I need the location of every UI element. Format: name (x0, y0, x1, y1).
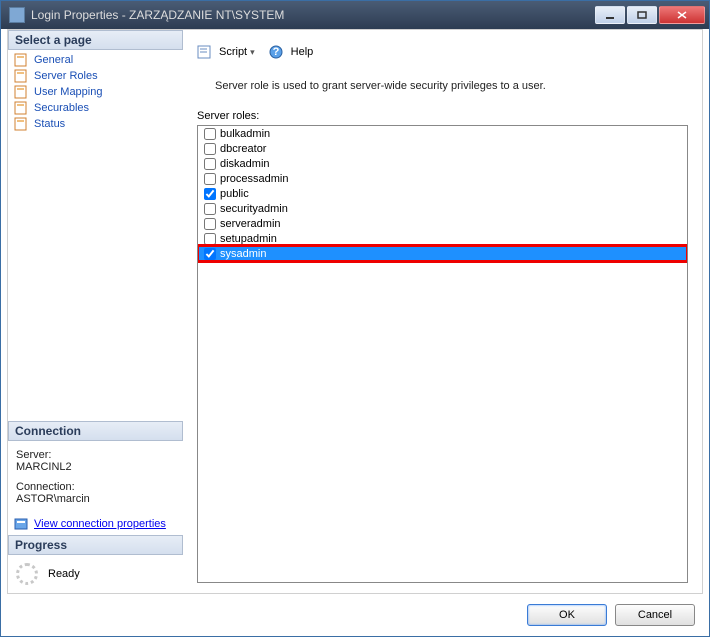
connection-header: Connection (8, 421, 183, 441)
sidebar-page-label: User Mapping (34, 86, 102, 98)
sidebar-spacer (8, 134, 183, 421)
content-area: Select a page General Server Roles User Ma… (7, 29, 703, 594)
page-list: General Server Roles User Mapping Securable… (8, 50, 183, 134)
server-role-label: dbcreator (220, 143, 266, 155)
server-role-checkbox[interactable] (204, 188, 216, 200)
window-icon (9, 7, 25, 23)
server-label: Server: (16, 449, 175, 461)
sidebar-page-item[interactable]: User Mapping (12, 84, 179, 100)
page-icon (14, 85, 30, 99)
ok-button[interactable]: OK (527, 604, 607, 626)
window-buttons (595, 6, 705, 24)
server-role-label: diskadmin (220, 158, 270, 170)
sidebar-page-item[interactable]: General (12, 52, 179, 68)
sidebar-page-item[interactable]: Securables (12, 100, 179, 116)
server-role-label: bulkadmin (220, 128, 270, 140)
server-role-item[interactable]: securityadmin (198, 201, 687, 216)
connection-label: Connection: (16, 481, 175, 493)
server-role-item[interactable]: diskadmin (198, 156, 687, 171)
server-role-checkbox[interactable] (204, 128, 216, 140)
server-roles-list[interactable]: bulkadmin dbcreator diskadmin processadmin p… (197, 125, 688, 583)
server-role-checkbox[interactable] (204, 203, 216, 215)
script-dropdown[interactable]: Script (219, 46, 255, 58)
server-role-label: setupadmin (220, 233, 277, 245)
dialog-window: Login Properties - ZARZĄDZANIE NT\SYSTEM… (0, 0, 710, 637)
progress-spinner-icon (16, 563, 38, 585)
page-icon (14, 101, 30, 115)
server-role-item[interactable]: bulkadmin (198, 126, 687, 141)
help-icon: ? (269, 45, 285, 59)
view-connection-properties-link[interactable]: View connection properties (34, 518, 166, 530)
server-role-checkbox[interactable] (204, 143, 216, 155)
help-button[interactable]: Help (291, 46, 314, 58)
page-icon (14, 53, 30, 67)
sidebar-page-label: General (34, 54, 73, 66)
server-role-checkbox[interactable] (204, 173, 216, 185)
sidebar-page-item[interactable]: Server Roles (12, 68, 179, 84)
server-role-label: serveradmin (220, 218, 281, 230)
sidebar-page-item[interactable]: Status (12, 116, 179, 132)
maximize-button[interactable] (627, 6, 657, 24)
server-value: MARCINL2 (16, 461, 175, 473)
sidebar: Select a page General Server Roles User Ma… (8, 30, 183, 593)
server-role-label: securityadmin (220, 203, 288, 215)
link-icon (14, 517, 30, 531)
sidebar-page-label: Securables (34, 102, 89, 114)
sidebar-page-label: Status (34, 118, 65, 130)
progress-status: Ready (48, 568, 80, 580)
close-button[interactable] (659, 6, 705, 24)
connection-link-row: View connection properties (8, 513, 183, 535)
main-panel: Script ? Help Server role is used to gra… (183, 30, 702, 593)
titlebar[interactable]: Login Properties - ZARZĄDZANIE NT\SYSTEM (1, 1, 709, 29)
page-icon (14, 69, 30, 83)
cancel-button[interactable]: Cancel (615, 604, 695, 626)
toolbar: Script ? Help (197, 40, 688, 64)
server-role-checkbox[interactable] (204, 218, 216, 230)
server-role-checkbox[interactable] (204, 158, 216, 170)
server-role-checkbox[interactable] (204, 233, 216, 245)
dialog-footer: OK Cancel (1, 594, 709, 636)
connection-value: ASTOR\marcin (16, 493, 175, 505)
maximize-icon (637, 11, 647, 19)
server-role-label: sysadmin (220, 248, 266, 260)
page-description: Server role is used to grant server-wide… (215, 80, 688, 92)
minimize-button[interactable] (595, 6, 625, 24)
server-role-item[interactable]: dbcreator (198, 141, 687, 156)
script-icon (197, 45, 213, 59)
progress-panel: Ready (8, 555, 183, 593)
server-role-label: processadmin (220, 173, 288, 185)
svg-text:?: ? (272, 46, 279, 58)
server-role-item[interactable]: setupadmin (198, 231, 687, 246)
server-role-item[interactable]: public (198, 186, 687, 201)
close-icon (677, 11, 687, 19)
minimize-icon (605, 11, 615, 19)
server-role-item[interactable]: serveradmin (198, 216, 687, 231)
page-icon (14, 117, 30, 131)
progress-header: Progress (8, 535, 183, 555)
sidebar-page-label: Server Roles (34, 70, 98, 82)
server-role-item[interactable]: sysadmin (198, 246, 687, 261)
connection-panel: Server: MARCINL2 Connection: ASTOR\marci… (8, 441, 183, 513)
server-role-checkbox[interactable] (204, 248, 216, 260)
select-page-header: Select a page (8, 30, 183, 50)
server-roles-label: Server roles: (197, 110, 688, 122)
server-role-label: public (220, 188, 249, 200)
window-title: Login Properties - ZARZĄDZANIE NT\SYSTEM (29, 8, 595, 22)
server-role-item[interactable]: processadmin (198, 171, 687, 186)
